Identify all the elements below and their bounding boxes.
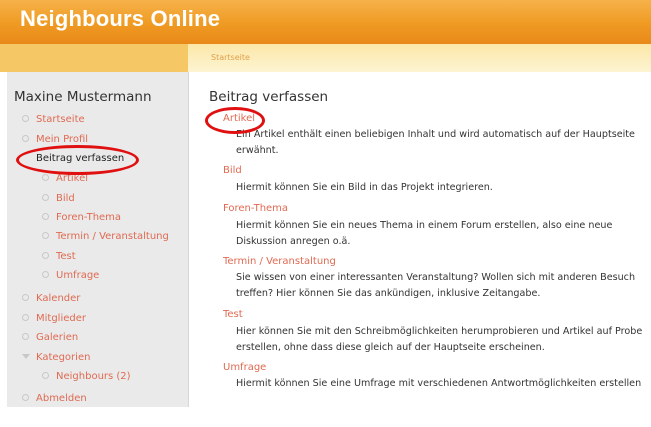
option-title-test[interactable]: Test: [223, 309, 243, 320]
desc-line: erwähnt.: [236, 145, 279, 156]
sidebar-item-label: Termin / Veranstaltung: [56, 231, 169, 242]
desc-line: Hiermit können Sie eine Umfrage mit vers…: [236, 378, 642, 389]
desc-line: Ein Artikel enthält einen beliebigen Inh…: [236, 129, 635, 140]
expand-triangle-icon: [22, 353, 30, 359]
option-title-umfrage[interactable]: Umfrage: [223, 362, 266, 373]
breadcrumb-bar-left: [0, 44, 188, 72]
bullet-icon: [42, 371, 49, 379]
bullet-icon: [22, 332, 29, 340]
sidebar-item-abmelden[interactable]: Abmelden: [22, 393, 87, 404]
bullet-icon: [42, 270, 49, 278]
sidebar-subitem-test[interactable]: Test: [42, 251, 76, 262]
sidebar-item-label: Galerien: [36, 332, 79, 343]
bullet-icon: [22, 313, 29, 321]
option-title-bild[interactable]: Bild: [223, 165, 242, 176]
bullet-icon: [22, 393, 29, 401]
sidebar-subitem-foren-thema[interactable]: Foren-Thema: [42, 212, 121, 223]
option-desc-termin: Sie wissen von einer interessanten Veran…: [236, 270, 651, 302]
highlight-ring-sidebar: [16, 145, 139, 175]
option-desc-foren-thema: Hiermit können Sie ein neues Thema in ei…: [236, 218, 651, 250]
sidebar-item-label: Startseite: [36, 114, 85, 125]
bullet-icon: [42, 173, 49, 181]
sidebar-subitem-bild[interactable]: Bild: [42, 193, 75, 204]
option-title-foren-thema[interactable]: Foren-Thema: [223, 203, 288, 214]
sidebar-item-label: Test: [56, 251, 76, 262]
bullet-icon: [42, 212, 49, 220]
sidebar-item-startseite[interactable]: Startseite: [22, 114, 85, 125]
sidebar-item-label: Abmelden: [36, 393, 87, 404]
sidebar-user-name: Maxine Mustermann: [14, 89, 152, 105]
site-title[interactable]: Neighbours Online: [20, 6, 220, 32]
desc-line: Sie wissen von einer interessanten Veran…: [236, 272, 636, 283]
desc-line: Hiermit können Sie ein Bild in das Proje…: [236, 182, 493, 193]
sidebar-item-label: Mein Profil: [36, 134, 89, 145]
sidebar-subitem-termin[interactable]: Termin / Veranstaltung: [42, 231, 169, 242]
bullet-icon: [42, 251, 49, 259]
sidebar-subitem-umfrage[interactable]: Umfrage: [42, 270, 99, 281]
bullet-icon: [42, 231, 49, 239]
option-desc-artikel: Ein Artikel enthält einen beliebigen Inh…: [236, 127, 651, 159]
sidebar-item-label: Neighbours (2): [56, 371, 131, 382]
highlight-ring-artikel: [205, 107, 265, 134]
sidebar-item-label: Mitglieder: [36, 313, 86, 324]
bullet-icon: [22, 293, 29, 301]
option-desc-umfrage: Hiermit können Sie eine Umfrage mit vers…: [236, 376, 651, 392]
sidebar-item-label: Bild: [56, 193, 75, 204]
sidebar-item-mein-profil[interactable]: Mein Profil: [22, 134, 88, 145]
option-desc-bild: Hiermit können Sie ein Bild in das Proje…: [236, 180, 651, 196]
desc-line: Diskussion anregen o.ä.: [236, 236, 351, 247]
desc-line: Hier können Sie mit den Schreibmöglichke…: [236, 326, 643, 337]
sidebar-item-label: Foren-Thema: [56, 212, 122, 223]
sidebar-item-kalender[interactable]: Kalender: [22, 293, 80, 304]
sidebar-item-label: Umfrage: [56, 270, 100, 281]
sidebar-item-kategorien[interactable]: Kategorien: [22, 352, 90, 363]
desc-line: erstellen, ohne dass diese gleich auf de…: [236, 342, 545, 353]
breadcrumb[interactable]: Startseite: [211, 53, 250, 62]
sidebar-item-mitglieder[interactable]: Mitglieder: [22, 313, 86, 324]
desc-line: treffen? Hier können Sie das ankündigen,…: [236, 288, 541, 299]
sidebar-item-label: Kalender: [36, 293, 81, 304]
option-title-termin[interactable]: Termin / Veranstaltung: [223, 256, 336, 267]
bullet-icon: [22, 114, 29, 122]
page-title: Beitrag verfassen: [209, 89, 329, 105]
bullet-icon: [22, 134, 29, 142]
sidebar-item-galerien[interactable]: Galerien: [22, 332, 78, 343]
desc-line: Hiermit können Sie ein neues Thema in ei…: [236, 220, 613, 231]
sidebar-subitem-neighbours[interactable]: Neighbours (2): [42, 371, 131, 382]
option-desc-test: Hier können Sie mit den Schreibmöglichke…: [236, 324, 651, 356]
bullet-icon: [42, 193, 49, 201]
sidebar-item-label: Kategorien: [36, 352, 91, 363]
